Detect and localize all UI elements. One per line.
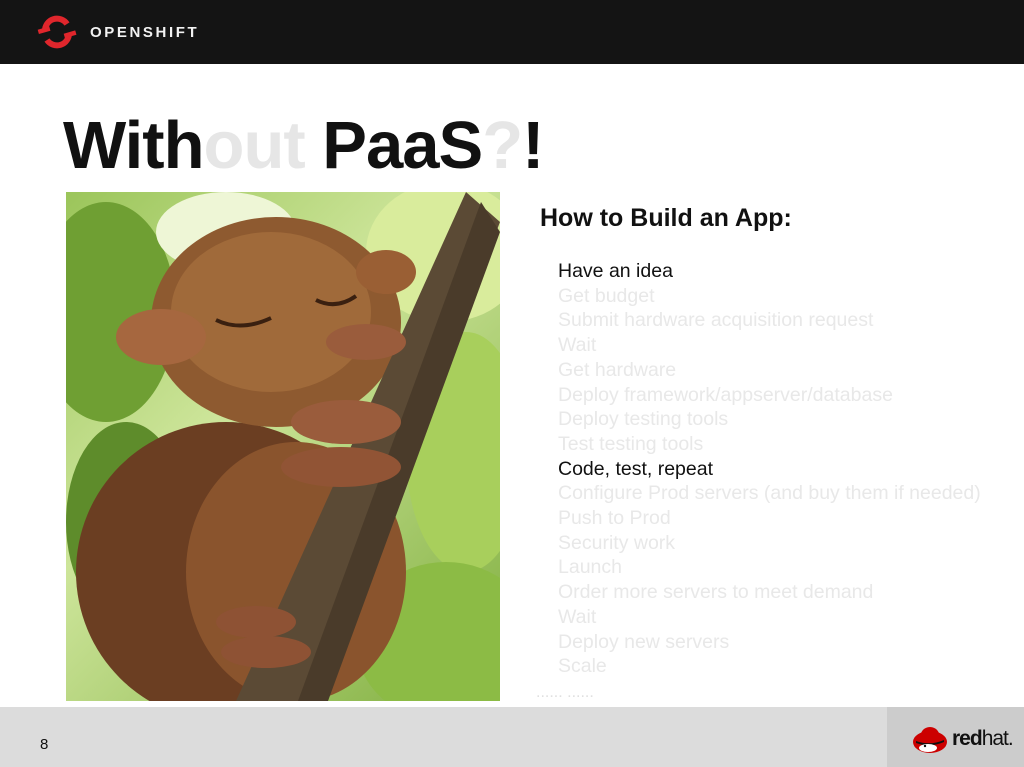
title-part-exclaim: ! [522, 108, 544, 183]
step-item: Push to Prod [558, 507, 671, 530]
step-item: Get budget [558, 284, 655, 307]
redhat-logo-text: redhat. [952, 727, 1014, 751]
step-item: Deploy framework/appserver/database [558, 383, 893, 406]
step-item: Security work [558, 531, 676, 554]
step-item: Wait [558, 334, 597, 357]
slide-subtitle: How to Build an App: [540, 204, 792, 232]
tarsier-photo [66, 192, 500, 701]
step-item: Get hardware [558, 358, 677, 381]
step-item: Test testing tools [558, 432, 704, 455]
header-bar: OPENSHIFT [0, 0, 1024, 64]
step-item: Scale [558, 655, 607, 678]
page-number: 8 [40, 736, 49, 753]
step-item: Order more servers to meet demand [558, 581, 874, 604]
steps-ellipsis: ...... ...... [536, 684, 594, 701]
slide-title: Without PaaS?! [63, 108, 544, 184]
openshift-logo-icon [37, 15, 77, 49]
brand-text-red: red [952, 727, 983, 750]
redhat-shadowman-icon [913, 727, 947, 753]
title-part-out: out [203, 108, 306, 183]
step-item: Code, test, repeat [558, 457, 714, 480]
brand-box: redhat. [887, 707, 1024, 767]
step-item: Configure Prod servers (and buy them if … [558, 482, 981, 505]
openshift-logo: OPENSHIFT [37, 14, 199, 50]
title-part-paas: PaaS [304, 108, 483, 183]
brand-text-hat: hat. [981, 727, 1014, 750]
step-item: Launch [558, 556, 622, 579]
steps-list: Have an idea Get budget Submit hardware … [558, 259, 981, 679]
step-item: Deploy testing tools [558, 408, 729, 431]
step-item: Have an idea [558, 260, 673, 282]
step-item: Wait [558, 605, 597, 628]
step-item: Submit hardware acquisition request [558, 309, 874, 332]
openshift-logo-text: OPENSHIFT [90, 23, 200, 41]
title-part-question: ? [482, 108, 523, 183]
title-part-with: With [63, 108, 205, 183]
footer-bar: 8 redhat. [0, 707, 1024, 767]
step-item: Deploy new servers [558, 630, 730, 653]
redhat-logo: redhat. [912, 724, 1014, 754]
